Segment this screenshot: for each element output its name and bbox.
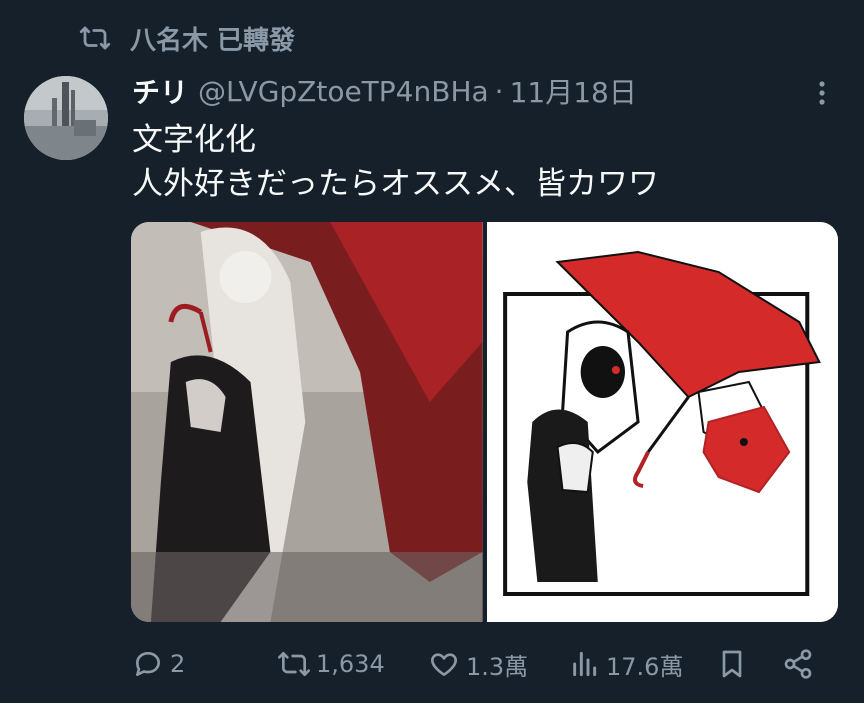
media-image-sketch[interactable] (486, 222, 838, 622)
tweet-header: チリ @LVGpZtoeTP4nBHa · 11月18日 (132, 70, 637, 112)
header-separator: · (494, 74, 504, 108)
avatar[interactable] (24, 76, 108, 160)
user-handle[interactable]: @LVGpZtoeTP4nBHa (198, 75, 489, 108)
avatar-image (24, 76, 108, 160)
tweet-text-line: 人外好きだったらオススメ、皆カワワ (132, 166, 659, 202)
media-image-painted[interactable] (131, 222, 483, 622)
reply-count: 2 (170, 650, 186, 678)
like-button[interactable]: 1.3萬 (428, 640, 528, 688)
more-options-icon[interactable] (812, 78, 832, 108)
tweet-text: 文字化化 人外好きだったらオススメ、皆カワワ (132, 118, 659, 206)
like-count: 1.3萬 (466, 652, 529, 681)
social-context[interactable]: 八名木 已轉發 (78, 18, 295, 58)
retweet-count: 1,634 (316, 650, 385, 678)
tweet-date[interactable]: 11月18日 (510, 71, 637, 111)
display-name[interactable]: チリ (132, 71, 188, 111)
heart-icon (431, 653, 457, 676)
views-icon (573, 651, 597, 677)
retweet-icon (79, 26, 111, 50)
retweet-button[interactable]: 1,634 (278, 640, 385, 688)
bookmark-button[interactable] (716, 640, 754, 688)
reply-button[interactable]: 2 (132, 640, 185, 688)
share-button[interactable] (782, 640, 820, 688)
action-bar: 2 1,634 1.3萬 17.6萬 (132, 640, 822, 688)
tweet-media (131, 222, 838, 622)
tweet-text-line: 文字化化 (132, 122, 256, 158)
views-button[interactable]: 17.6萬 (568, 640, 683, 688)
views-count: 17.6萬 (606, 652, 684, 681)
retweet-icon (278, 652, 310, 676)
social-context-text: 八名木 已轉發 (130, 25, 296, 56)
bookmark-icon (722, 650, 742, 678)
share-icon (784, 649, 812, 679)
reply-icon (136, 652, 160, 676)
